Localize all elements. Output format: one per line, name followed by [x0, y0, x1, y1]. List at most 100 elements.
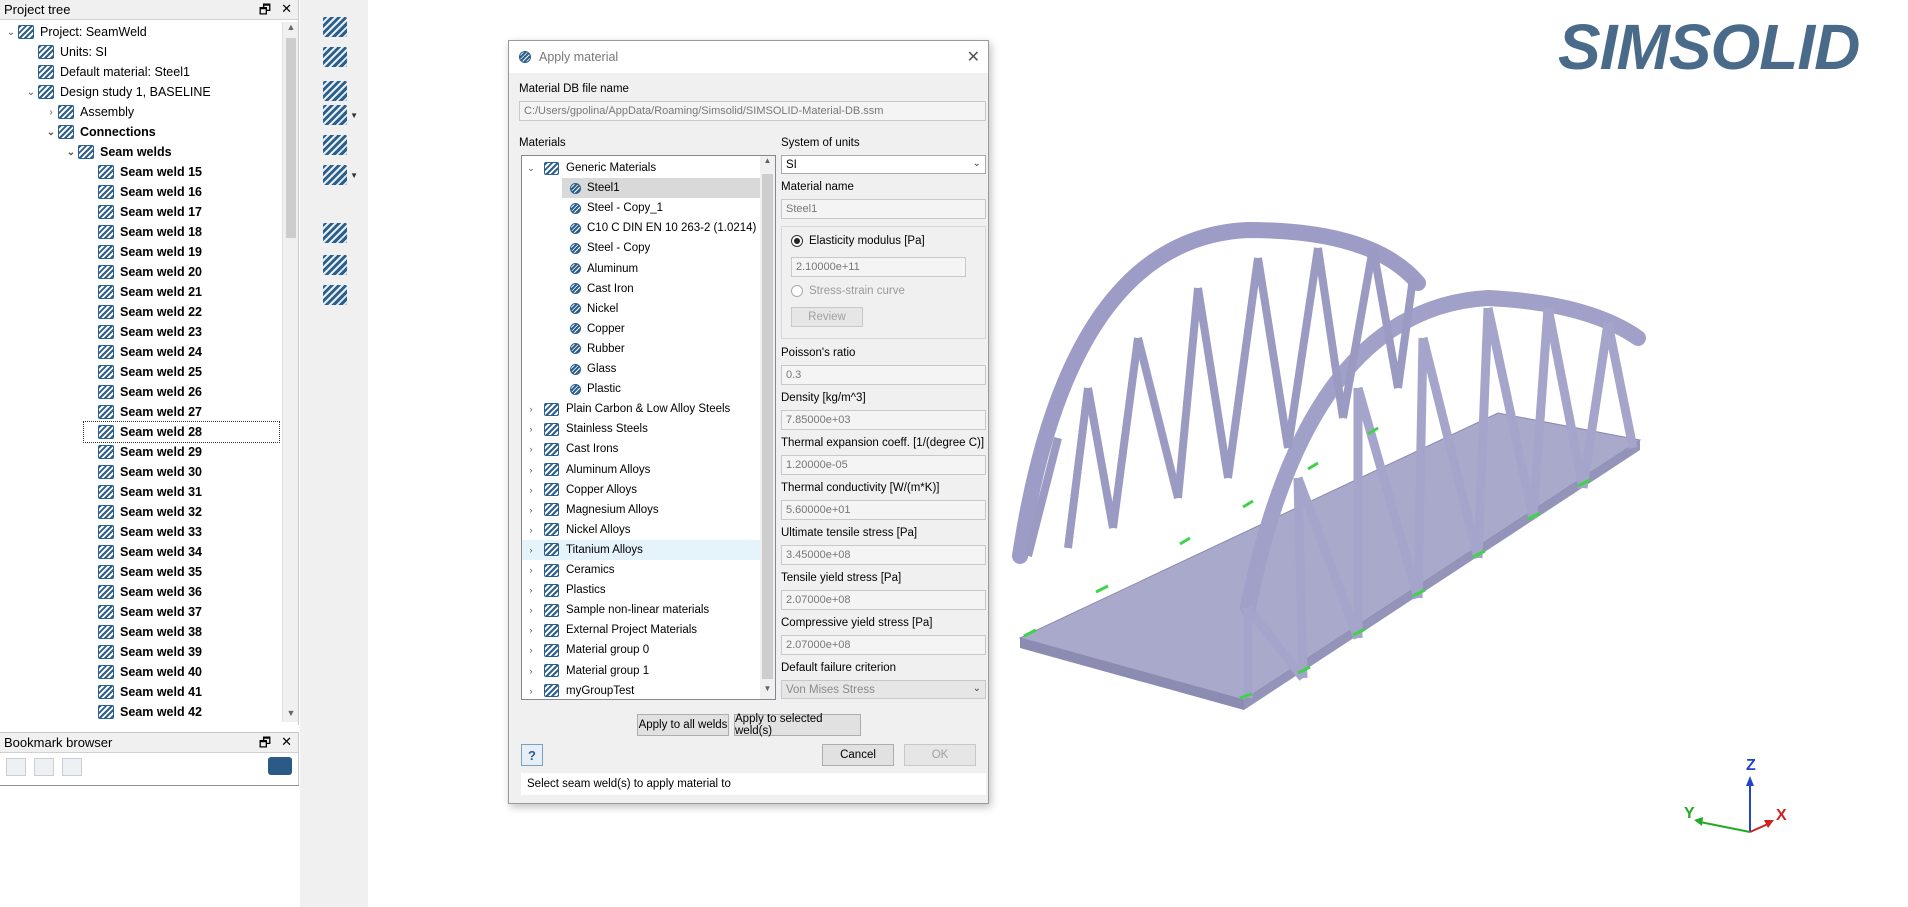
chevron-right-icon[interactable]: ›: [526, 424, 536, 434]
chevron-right-icon[interactable]: ›: [526, 444, 536, 454]
material-row[interactable]: Plastic: [522, 379, 762, 399]
tree-item[interactable]: Seam weld 21: [84, 282, 202, 302]
seam-weld-add-tool[interactable]: [320, 44, 350, 70]
tree-item[interactable]: Seam weld 37: [84, 602, 202, 622]
material-row[interactable]: C10 C DIN EN 10 263-2 (1.0214): [522, 218, 762, 238]
scroll-down-arrow-icon[interactable]: ▼: [283, 708, 299, 722]
ok-button[interactable]: OK: [904, 744, 976, 766]
chevron-down-icon[interactable]: ⌄: [24, 87, 38, 98]
bookmark-list[interactable]: [0, 785, 299, 907]
chevron-right-icon[interactable]: ›: [44, 107, 58, 118]
chevron-down-icon[interactable]: ⌄: [526, 163, 536, 174]
close-icon[interactable]: ✕: [967, 47, 980, 67]
remove-bookmark-icon[interactable]: [62, 758, 82, 776]
seam-weld-material-tool[interactable]: ▼: [320, 102, 358, 128]
material-group-row[interactable]: › Sample non-linear materials: [522, 600, 762, 620]
material-group-row[interactable]: › myGroupTest: [522, 681, 762, 699]
review-button[interactable]: Review: [791, 307, 863, 327]
chevron-right-icon[interactable]: ›: [526, 645, 536, 655]
material-row[interactable]: Steel - Copy: [522, 238, 762, 258]
material-row[interactable]: Aluminum: [522, 259, 762, 279]
seam-weld-check-tool[interactable]: [320, 252, 350, 278]
material-group-row[interactable]: › Stainless Steels: [522, 419, 762, 439]
chevron-right-icon[interactable]: ›: [526, 686, 536, 696]
float-panel-icon[interactable]: 🗗: [259, 1, 271, 23]
tree-item[interactable]: ⌄ Project: SeamWeld: [4, 22, 147, 42]
dropdown-arrow-icon[interactable]: ▼: [350, 111, 358, 120]
material-row[interactable]: Rubber: [522, 339, 762, 359]
material-group-row[interactable]: › Plain Carbon & Low Alloy Steels: [522, 399, 762, 419]
chevron-right-icon[interactable]: ›: [526, 505, 536, 515]
material-group-row[interactable]: › Cast Irons: [522, 439, 762, 459]
tree-item[interactable]: Seam weld 31: [84, 482, 202, 502]
tree-item[interactable]: Seam weld 34: [84, 542, 202, 562]
tree-item[interactable]: Seam weld 16: [84, 182, 202, 202]
material-group-row[interactable]: › Nickel Alloys: [522, 520, 762, 540]
tree-item[interactable]: Default material: Steel1: [24, 62, 190, 82]
scroll-down-arrow-icon[interactable]: ▼: [760, 684, 775, 699]
tree-item[interactable]: ⌄ Connections: [44, 122, 156, 142]
material-row[interactable]: Glass: [522, 359, 762, 379]
chevron-right-icon[interactable]: ›: [526, 545, 536, 555]
tree-item[interactable]: Seam weld 40: [84, 662, 202, 682]
material-group-row[interactable]: › Copper Alloys: [522, 480, 762, 500]
chevron-right-icon[interactable]: ›: [526, 585, 536, 595]
tree-item[interactable]: Seam weld 30: [84, 462, 202, 482]
material-group-row[interactable]: › Material group 1: [522, 661, 762, 681]
tree-item[interactable]: Seam weld 42: [84, 702, 202, 722]
tree-item[interactable]: Seam weld 22: [84, 302, 202, 322]
seam-weld-filter-tool[interactable]: [320, 282, 350, 308]
material-row[interactable]: Steel - Copy_1: [522, 198, 762, 218]
units-select[interactable]: SI ⌄: [781, 155, 986, 174]
material-group-row[interactable]: › Magnesium Alloys: [522, 500, 762, 520]
material-group-row[interactable]: ⌄ Generic Materials: [522, 158, 762, 178]
material-group-row[interactable]: › External Project Materials: [522, 620, 762, 640]
material-row[interactable]: Steel1: [562, 178, 762, 199]
material-group-row[interactable]: › Material group 0: [522, 640, 762, 660]
tree-item[interactable]: Seam weld 36: [84, 582, 202, 602]
chevron-down-icon[interactable]: ⌄: [64, 147, 78, 158]
help-button[interactable]: ?: [521, 744, 543, 766]
scroll-up-arrow-icon[interactable]: ▲: [283, 22, 299, 36]
tree-item[interactable]: Seam weld 15: [84, 162, 202, 182]
tree-item[interactable]: › Assembly: [44, 102, 134, 122]
apply-to-selected-welds-button[interactable]: Apply to selected weld(s): [734, 713, 861, 737]
tree-item[interactable]: Seam weld 23: [84, 322, 202, 342]
material-group-row[interactable]: › Aluminum Alloys: [522, 460, 762, 480]
materials-scrollbar[interactable]: ▲ ▼: [760, 156, 775, 699]
material-row[interactable]: Nickel: [522, 299, 762, 319]
dropdown-arrow-icon[interactable]: ▼: [350, 171, 358, 180]
scroll-thumb[interactable]: [286, 38, 296, 238]
tree-item[interactable]: Seam weld 26: [84, 382, 202, 402]
tree-item[interactable]: Seam weld 19: [84, 242, 202, 262]
close-panel-icon[interactable]: ✕: [281, 1, 292, 23]
tree-item[interactable]: Seam weld 20: [84, 262, 202, 282]
chevron-right-icon[interactable]: ›: [526, 625, 536, 635]
tree-item[interactable]: Seam weld 32: [84, 502, 202, 522]
scroll-up-arrow-icon[interactable]: ▲: [760, 156, 775, 171]
failure-criterion-select[interactable]: Von Mises Stress ⌄: [781, 680, 986, 699]
copy-bookmark-icon[interactable]: [6, 758, 26, 776]
seam-weld-c-tool[interactable]: [320, 14, 350, 40]
chevron-down-icon[interactable]: ⌄: [4, 27, 18, 38]
tree-item[interactable]: Seam weld 27: [84, 402, 202, 422]
tree-item[interactable]: ⌄ Design study 1, BASELINE: [24, 82, 211, 102]
seam-weld-probe-tool[interactable]: ▼: [320, 162, 358, 188]
stress-strain-radio[interactable]: Stress-strain curve: [791, 285, 905, 297]
chevron-right-icon[interactable]: ›: [526, 666, 536, 676]
camera-icon[interactable]: [268, 757, 292, 775]
chevron-right-icon[interactable]: ›: [526, 605, 536, 615]
tree-item[interactable]: Units: SI: [24, 42, 107, 62]
tree-item[interactable]: Seam weld 28: [83, 421, 280, 443]
material-group-row[interactable]: › Ceramics: [522, 560, 762, 580]
chevron-right-icon[interactable]: ›: [526, 565, 536, 575]
tree-item[interactable]: Seam weld 41: [84, 682, 202, 702]
add-bookmark-icon[interactable]: [34, 758, 54, 776]
cancel-button[interactable]: Cancel: [822, 744, 894, 766]
chevron-right-icon[interactable]: ›: [526, 525, 536, 535]
elasticity-radio[interactable]: Elasticity modulus [Pa]: [791, 235, 925, 247]
apply-to-all-welds-button[interactable]: Apply to all welds: [637, 714, 729, 736]
material-row[interactable]: Copper: [522, 319, 762, 339]
seam-weld-split-tool[interactable]: [320, 132, 350, 158]
chevron-right-icon[interactable]: ›: [526, 485, 536, 495]
